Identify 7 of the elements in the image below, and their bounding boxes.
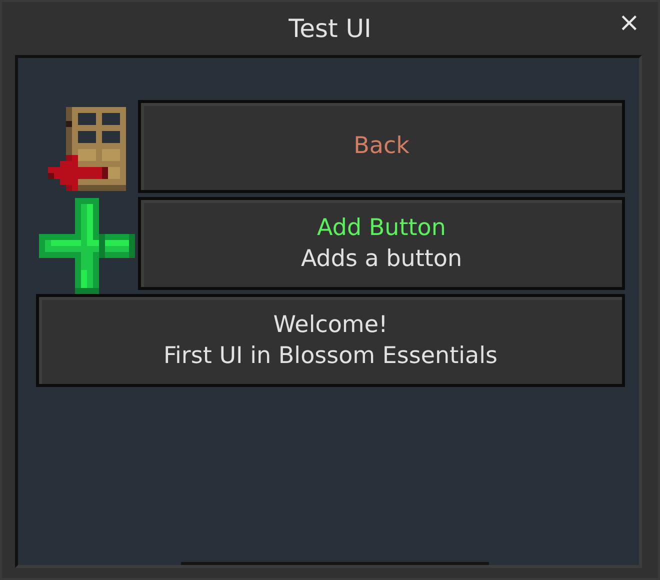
window-title: Test UI	[288, 14, 372, 43]
form-button[interactable]: Welcome! First UI in Blossom Essentials	[36, 294, 625, 387]
plus-icon	[39, 198, 135, 294]
form-button[interactable]: Add Button Adds a button	[138, 197, 625, 290]
form-button[interactable]: Back	[138, 100, 625, 193]
door-arrow-icon	[48, 106, 126, 190]
close-button[interactable]: ×	[618, 10, 640, 36]
